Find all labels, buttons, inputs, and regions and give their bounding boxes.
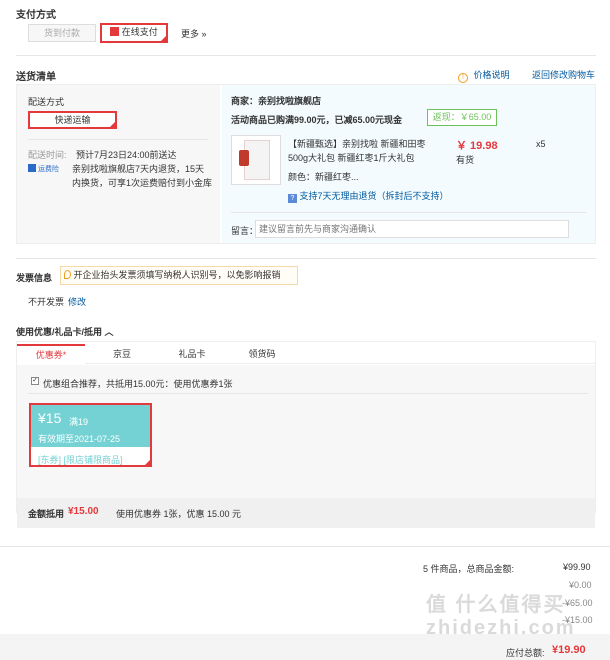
shipping-title: 送货清单	[16, 72, 56, 83]
coupon-threshold: 满19	[69, 417, 89, 427]
combo-checkbox[interactable]: ✓	[31, 377, 39, 385]
return-policy-label: 支持7天无理由退货（拆封后不支持）	[299, 191, 449, 201]
product-stock: 有货	[456, 155, 475, 165]
product-image[interactable]	[231, 135, 281, 185]
cashback-badge: 返现：￥65.00	[427, 109, 497, 126]
payable-amount: ¥19.90	[552, 644, 586, 656]
payable-label: 应付总额:	[506, 648, 545, 658]
insurance-text: 亲别找啦旗舰店7天内退货，15天内换货，可享1次运费赔付到小金库	[72, 164, 213, 188]
product-price: ￥ 19.98	[456, 140, 498, 152]
coupon-amount: ¥15	[38, 410, 62, 426]
question-icon: ?	[288, 194, 297, 203]
location-pin-icon	[64, 270, 71, 279]
product-name[interactable]: 【新疆甄选】亲别找啦 新疆和田枣500g大礼包 新疆红枣1斤大礼包	[288, 137, 438, 165]
tab-coupon[interactable]: 优惠券*	[17, 344, 85, 364]
method-title: 配送方式	[28, 97, 65, 107]
online-pay-icon	[110, 27, 120, 36]
info-icon: !	[458, 73, 468, 83]
note-label: 留言：	[231, 226, 259, 236]
insurance-badge-label: 运费险	[37, 166, 59, 173]
express-button[interactable]: 快递运输	[28, 111, 117, 129]
more-payment-link[interactable]: 更多 »	[181, 27, 207, 40]
time-label: 配送时间:	[28, 150, 67, 160]
summary-text: 使用优惠券 1张，优惠 15.00 元	[116, 509, 242, 519]
coupon-card[interactable]: ¥15 满19 有效期至2021-07-25 [东券] [限店铺限商品]	[29, 403, 152, 467]
invoice-title: 发票信息	[16, 273, 53, 283]
insurance-badge: 运费险	[28, 164, 59, 174]
delivery-time: 预计7月23日24:00前送达	[76, 150, 177, 160]
divider	[16, 55, 596, 56]
goods-amount: ¥99.90	[563, 562, 591, 572]
discount-title[interactable]: 使用优惠/礼品卡/抵用 ︿	[16, 325, 114, 338]
coupon-validity: 有效期至2021-07-25	[38, 434, 121, 444]
tab-gift-card[interactable]: 礼品卡	[162, 345, 222, 363]
discount-summary-bar	[17, 498, 595, 528]
product-bag-icon	[239, 150, 249, 166]
insurance-icon	[28, 164, 36, 172]
invoice-modify-link[interactable]: 修改	[68, 295, 86, 308]
divider	[0, 546, 610, 547]
price-note-label: 价格说明	[473, 70, 510, 80]
payment-title: 支付方式	[16, 10, 56, 21]
note-input[interactable]	[255, 220, 569, 238]
watermark: 值 什么值得买 zhidezhi.com	[426, 594, 576, 639]
promo-text: 活动商品已购满99.00元，已减65.00元现金	[231, 115, 403, 125]
total-count: 5 件商品，总商品金额:	[423, 562, 514, 575]
divider	[16, 258, 596, 259]
price-note-link[interactable]: ! 价格说明	[458, 68, 510, 83]
return-policy: ? 支持7天无理由退货（拆封后不支持）	[288, 189, 449, 203]
divider	[28, 393, 588, 394]
tab-jingdou[interactable]: 京豆	[92, 345, 152, 363]
invoice-tip-text: 开企业抬头发票须填写纳税人识别号，以免影响报销	[73, 270, 281, 280]
back-to-cart-link[interactable]: 返回修改购物车	[532, 68, 595, 81]
merchant-name: 商家：亲别找啦旗舰店	[231, 96, 322, 106]
divider	[28, 139, 208, 140]
summary-label: 金额抵用	[28, 509, 65, 519]
product-color: 颜色：新疆红枣...	[288, 172, 359, 182]
cod-button[interactable]: 货到付款	[28, 24, 96, 42]
divider	[231, 212, 586, 213]
online-pay-label: 在线支付	[121, 27, 158, 37]
summary-amount: ¥15.00	[68, 506, 99, 517]
invoice-status: 不开发票	[28, 297, 65, 307]
online-pay-button[interactable]: 在线支付	[100, 23, 168, 43]
coupon-tags: [东券] [限店铺限商品]	[38, 455, 123, 465]
invoice-tip: 开企业抬头发票须填写纳税人识别号，以免影响报销	[60, 266, 298, 285]
product-qty: x5	[536, 139, 546, 149]
tab-pickup-code[interactable]: 领货码	[232, 345, 292, 363]
combo-text: 优惠组合推荐，共抵用15.00元：使用优惠券1张	[43, 379, 233, 389]
total-count-text: 5 件商品，总商品金额:	[423, 564, 515, 574]
